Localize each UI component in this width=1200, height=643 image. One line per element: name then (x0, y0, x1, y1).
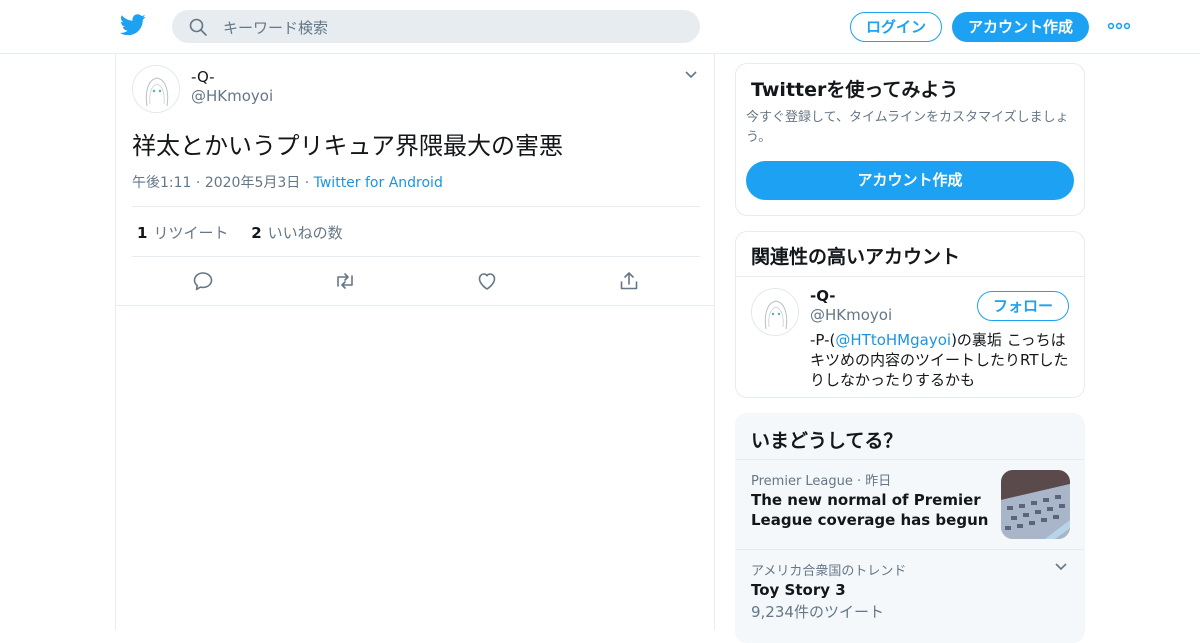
tweet-metadata: 午後1:11 · 2020年5月3日 · Twitter for Android (132, 172, 443, 192)
search-icon (189, 18, 207, 36)
author-name[interactable]: -Q- (191, 68, 215, 86)
trend-context: Premier League · 昨日 (751, 474, 892, 489)
divider (132, 206, 700, 207)
tweet-time[interactable]: 午後1:11 (132, 175, 191, 191)
trend-tweet-count: 9,234件のツイート (751, 603, 884, 621)
divider (736, 459, 1084, 460)
divider (736, 276, 1084, 277)
like-heart-icon[interactable] (475, 269, 499, 293)
login-button[interactable]: ログイン (850, 12, 942, 42)
signup-button[interactable]: アカウント作成 (952, 12, 1089, 42)
chevron-down-icon[interactable] (684, 70, 698, 80)
avatar[interactable] (751, 288, 799, 336)
divider (736, 549, 1084, 550)
dot-separator: · (195, 175, 205, 191)
signup-card-button[interactable]: アカウント作成 (746, 161, 1074, 200)
bio-mention-link[interactable]: @HTtoHMgayoi (835, 331, 951, 349)
related-account-name[interactable]: -Q- (810, 287, 835, 305)
author-handle[interactable]: @HKmoyoi (191, 87, 273, 105)
trends-card: いまどうしてる？ Premier League · 昨日 The new nor… (735, 413, 1085, 643)
more-options-icon[interactable] (1107, 20, 1131, 32)
share-icon[interactable] (617, 269, 641, 293)
trend-title: The new normal of Premier League coverag… (751, 491, 989, 529)
tweet-detail: -Q- @HKmoyoi 祥太とかいうプリキュア界隈最大の害悪 午後1:11 ·… (116, 54, 714, 306)
tweet-text: 祥太とかいうプリキュア界隈最大の害悪 (132, 132, 564, 160)
retweet-icon[interactable] (333, 269, 357, 293)
bio-prefix: -P-( (810, 331, 836, 349)
related-accounts-title: 関連性の高いアカウント (751, 246, 961, 268)
like-stat[interactable]: 2 いいねの数 (251, 224, 342, 242)
trends-title: いまどうしてる？ (751, 430, 903, 452)
signup-card-title: Twitterを使ってみよう (751, 79, 959, 101)
chevron-down-icon[interactable] (1054, 562, 1068, 572)
avatar[interactable] (132, 65, 180, 113)
related-account-bio: -P-(@HTtoHMgayoi)の裏垢 こっちはキツめの内容のツイートしたりR… (810, 330, 1075, 390)
search-placeholder[interactable]: キーワード検索 (223, 17, 328, 38)
trend-context: アメリカ合衆国のトレンド (751, 564, 907, 579)
tweet-stats: 1 リツイート 2 いいねの数 (137, 222, 361, 243)
top-navigation-bar: キーワード検索 ログイン アカウント作成 (0, 0, 1200, 54)
retweet-count: 1 (137, 224, 148, 242)
like-label: いいねの数 (267, 224, 343, 242)
trend-title: Toy Story 3 (751, 581, 846, 599)
trend-thumbnail-image (1001, 470, 1070, 539)
dot-separator: · (304, 175, 314, 191)
retweet-stat[interactable]: 1 リツイート (137, 224, 228, 242)
search-box[interactable]: キーワード検索 (172, 10, 700, 43)
signup-card: Twitterを使ってみよう 今すぐ登録して、タイムラインをカスタマイズしましょ… (735, 63, 1085, 216)
related-account-handle[interactable]: @HKmoyoi (810, 306, 892, 324)
divider (132, 256, 700, 257)
related-accounts-card: 関連性の高いアカウント -Q- @HKmoyoi フォロー -P-(@HTtoH… (735, 231, 1085, 398)
signup-card-description: 今すぐ登録して、タイムラインをカスタマイズしましょう。 (746, 110, 1069, 145)
twitter-bird-icon[interactable] (120, 13, 146, 37)
tweet-date[interactable]: 2020年5月3日 (205, 175, 300, 191)
like-count: 2 (251, 224, 262, 242)
reply-icon[interactable] (191, 269, 215, 293)
tweet-source-link[interactable]: Twitter for Android (314, 175, 443, 191)
retweet-label: リツイート (153, 224, 229, 242)
follow-button[interactable]: フォロー (977, 291, 1069, 321)
main-column: -Q- @HKmoyoi 祥太とかいうプリキュア界隈最大の害悪 午後1:11 ·… (115, 54, 715, 630)
